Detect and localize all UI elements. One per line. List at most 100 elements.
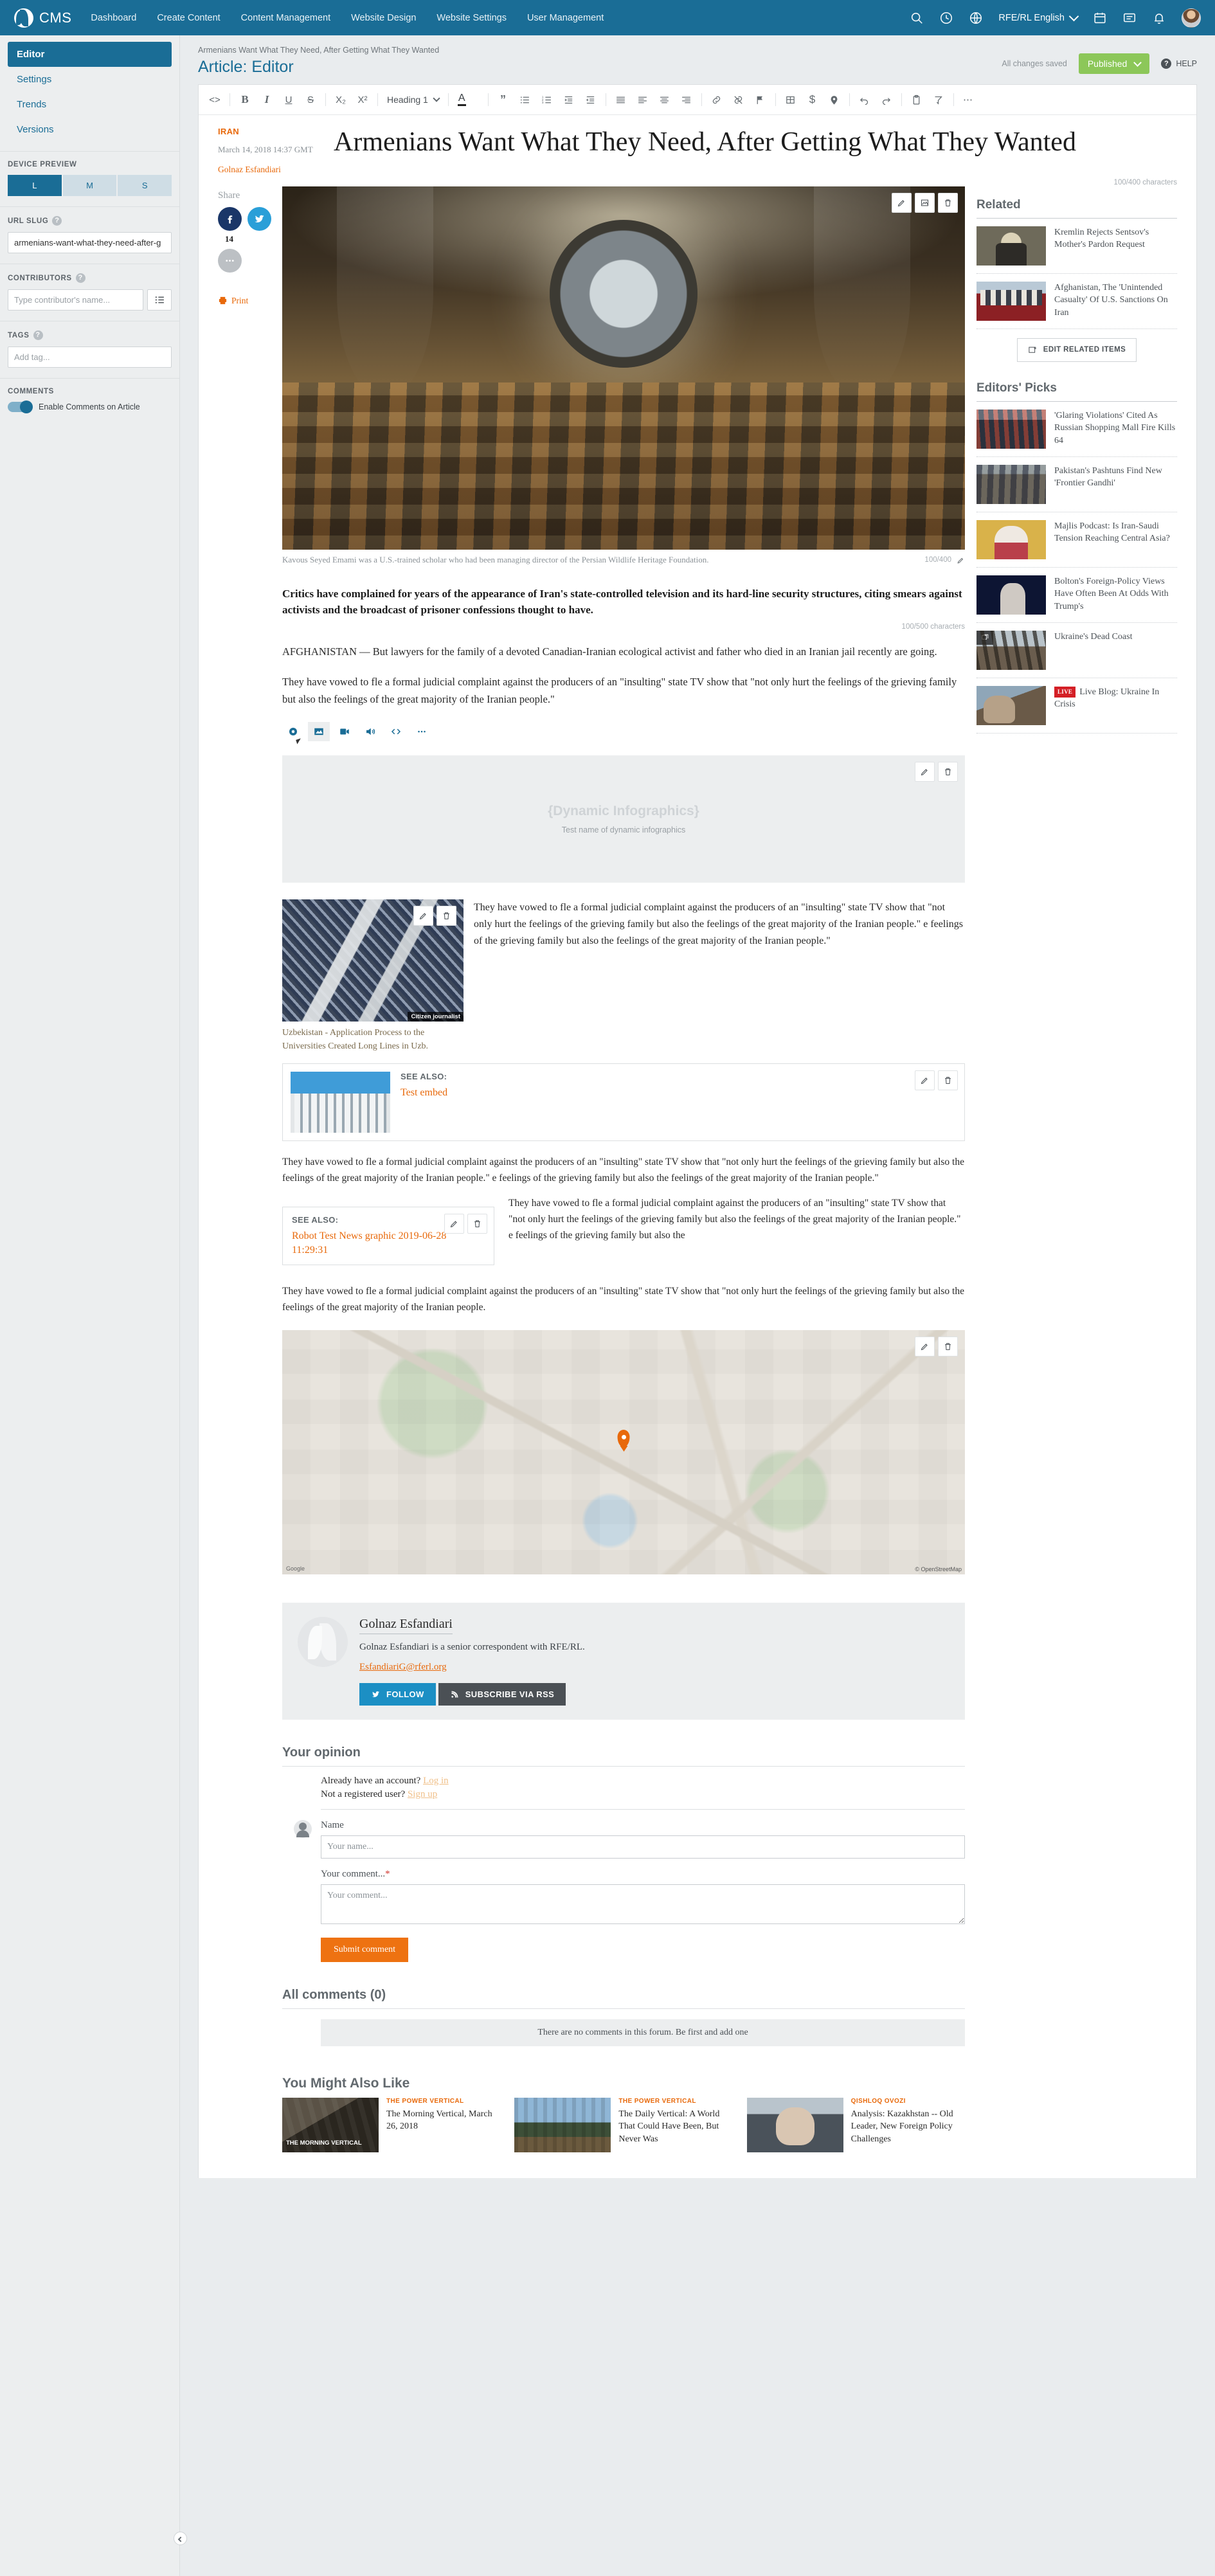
more-share-icon[interactable] bbox=[218, 248, 242, 273]
nav-item-create-content[interactable]: Create Content bbox=[157, 13, 220, 23]
strikethrough-button[interactable]: S bbox=[300, 90, 321, 109]
paragraph-3[interactable]: They have vowed to fle a formal judicial… bbox=[282, 674, 965, 708]
edit-caption-icon[interactable] bbox=[957, 555, 965, 568]
align-center-icon[interactable] bbox=[654, 90, 676, 109]
italic-button[interactable]: I bbox=[256, 90, 278, 109]
help-icon[interactable]: ? bbox=[33, 330, 43, 340]
cms-logo[interactable]: CMS bbox=[14, 8, 71, 28]
print-button[interactable]: Print bbox=[218, 296, 282, 306]
help-icon[interactable]: ? bbox=[52, 216, 62, 226]
edit-see-also-icon[interactable] bbox=[444, 1214, 464, 1234]
search-icon[interactable] bbox=[910, 11, 924, 25]
nav-item-dashboard[interactable]: Dashboard bbox=[91, 13, 136, 23]
bullet-list-icon[interactable] bbox=[514, 90, 536, 109]
paragraph-7[interactable]: They have vowed to fle a formal judicial… bbox=[282, 1283, 965, 1315]
editors-pick-item[interactable]: Bolton's Foreign-Policy Views Have Often… bbox=[977, 568, 1177, 623]
edit-map-icon[interactable] bbox=[915, 1336, 935, 1356]
publish-state-button[interactable]: Published bbox=[1078, 53, 1150, 74]
hero-image[interactable] bbox=[282, 186, 965, 550]
subscribe-rss-button[interactable]: SUBSCRIBE VIA RSS bbox=[438, 1682, 566, 1706]
nav-item-website-settings[interactable]: Website Settings bbox=[437, 13, 507, 23]
editors-pick-item[interactable]: Majlis Podcast: Is Iran-Saudi Tension Re… bbox=[977, 512, 1177, 568]
blockquote-icon[interactable]: ” bbox=[492, 90, 514, 109]
heading-select[interactable]: Heading 1 bbox=[382, 95, 444, 105]
source-code-icon[interactable]: <> bbox=[204, 90, 226, 109]
currency-icon[interactable]: $ bbox=[802, 90, 824, 109]
editors-pick-title[interactable]: 'Glaring Violations' Cited As Russian Sh… bbox=[1054, 410, 1177, 447]
sidebar-item-trends[interactable]: Trends bbox=[8, 92, 172, 117]
unlink-icon[interactable] bbox=[728, 90, 750, 109]
comment-textarea[interactable] bbox=[321, 1884, 965, 1924]
language-selector[interactable]: RFE/RL English bbox=[998, 11, 1079, 23]
device-preview-large[interactable]: L bbox=[8, 175, 62, 196]
align-justify-icon[interactable] bbox=[610, 90, 632, 109]
ymal-title[interactable]: The Morning Vertical, March 26, 2018 bbox=[386, 2108, 500, 2133]
delete-inline-image-icon[interactable] bbox=[437, 906, 456, 926]
delete-image-icon[interactable] bbox=[938, 192, 958, 213]
ymal-card[interactable]: THE POWER VERTICAL The Daily Vertical: A… bbox=[514, 2097, 732, 2152]
editors-pick-item[interactable]: Ukraine's Dead Coast bbox=[977, 623, 1177, 678]
table-icon[interactable] bbox=[780, 90, 802, 109]
bold-button[interactable]: B bbox=[234, 90, 256, 109]
location-pin-icon[interactable] bbox=[824, 90, 845, 109]
related-title[interactable]: Afghanistan, The 'Unintended Casualty' O… bbox=[1054, 282, 1177, 320]
underline-button[interactable]: U bbox=[278, 90, 300, 109]
comment-name-input[interactable] bbox=[321, 1835, 965, 1859]
subscript-button[interactable]: X₂ bbox=[330, 90, 352, 109]
flag-icon[interactable] bbox=[750, 90, 771, 109]
see-also-block-2[interactable]: SEE ALSO: Robot Test News graphic 2019-0… bbox=[282, 1207, 494, 1266]
editors-pick-title[interactable]: Majlis Podcast: Is Iran-Saudi Tension Re… bbox=[1054, 520, 1177, 545]
sidebar-item-editor[interactable]: Editor bbox=[8, 42, 172, 67]
article-author[interactable]: Golnaz Esfandiari bbox=[218, 165, 323, 175]
device-preview-small[interactable]: S bbox=[118, 175, 172, 196]
insert-more-icon[interactable] bbox=[411, 722, 433, 741]
signup-link[interactable]: Sign up bbox=[408, 1789, 437, 1799]
insert-video-icon[interactable] bbox=[334, 722, 356, 741]
follow-button[interactable]: FOLLOW bbox=[359, 1682, 436, 1706]
replace-image-icon[interactable] bbox=[915, 192, 935, 213]
align-right-icon[interactable] bbox=[676, 90, 698, 109]
editors-pick-item[interactable]: 'Glaring Violations' Cited As Russian Sh… bbox=[977, 402, 1177, 457]
facebook-share-icon[interactable] bbox=[218, 206, 242, 231]
dynamic-infographic-block[interactable]: {Dynamic Infographics} Test name of dyna… bbox=[282, 755, 965, 883]
device-preview-medium[interactable]: M bbox=[62, 175, 117, 196]
scroll-collapse-button[interactable] bbox=[174, 2532, 187, 2545]
editors-pick-title[interactable]: LIVE Live Blog: Ukraine In Crisis bbox=[1054, 686, 1177, 711]
enable-comments-toggle[interactable] bbox=[8, 401, 33, 413]
author-name[interactable]: Golnaz Esfandiari bbox=[359, 1617, 453, 1634]
avatar[interactable] bbox=[1182, 8, 1201, 28]
align-left-icon[interactable] bbox=[632, 90, 654, 109]
edit-inline-image-icon[interactable] bbox=[413, 906, 433, 926]
superscript-button[interactable]: X² bbox=[352, 90, 374, 109]
paragraph-4[interactable]: They have vowed to fle a formal judicial… bbox=[474, 899, 965, 1053]
help-button[interactable]: ? HELP bbox=[1161, 59, 1197, 69]
undo-icon[interactable] bbox=[854, 90, 876, 109]
related-item[interactable]: Afghanistan, The 'Unintended Casualty' O… bbox=[977, 274, 1177, 329]
map-block[interactable]: Google © OpenStreetMap bbox=[282, 1329, 965, 1574]
editors-pick-title[interactable]: Ukraine's Dead Coast bbox=[1054, 631, 1133, 644]
numbered-list-icon[interactable]: 123 bbox=[536, 90, 558, 109]
delete-see-also-icon[interactable] bbox=[467, 1214, 487, 1234]
nav-item-website-design[interactable]: Website Design bbox=[351, 13, 416, 23]
editors-pick-title[interactable]: Pakistan's Pashtuns Find New 'Frontier G… bbox=[1054, 465, 1177, 490]
see-also-link[interactable]: Test embed bbox=[401, 1086, 447, 1100]
insert-audio-icon[interactable] bbox=[359, 722, 381, 741]
globe-icon[interactable] bbox=[969, 11, 983, 25]
nav-item-user-management[interactable]: User Management bbox=[527, 13, 604, 23]
author-email[interactable]: EsfandiariG@rferl.org bbox=[359, 1662, 447, 1673]
text-color-button[interactable]: A bbox=[453, 93, 484, 106]
login-link[interactable]: Log in bbox=[423, 1776, 449, 1786]
edit-see-also-icon[interactable] bbox=[915, 1070, 935, 1090]
insert-image-icon[interactable] bbox=[308, 722, 330, 742]
delete-infographic-icon[interactable] bbox=[938, 762, 958, 782]
message-icon[interactable] bbox=[1122, 11, 1137, 25]
url-slug-input[interactable] bbox=[8, 232, 172, 253]
contributors-list-icon[interactable] bbox=[147, 289, 172, 311]
paste-icon[interactable] bbox=[906, 90, 928, 109]
indent-icon[interactable] bbox=[558, 90, 580, 109]
paragraph-5[interactable]: They have vowed to fle a formal judicial… bbox=[282, 1154, 965, 1186]
inline-image[interactable]: Citizen journalist bbox=[282, 899, 464, 1022]
twitter-share-icon[interactable] bbox=[248, 206, 271, 231]
edit-image-icon[interactable] bbox=[892, 192, 912, 213]
tags-input[interactable] bbox=[8, 347, 172, 368]
